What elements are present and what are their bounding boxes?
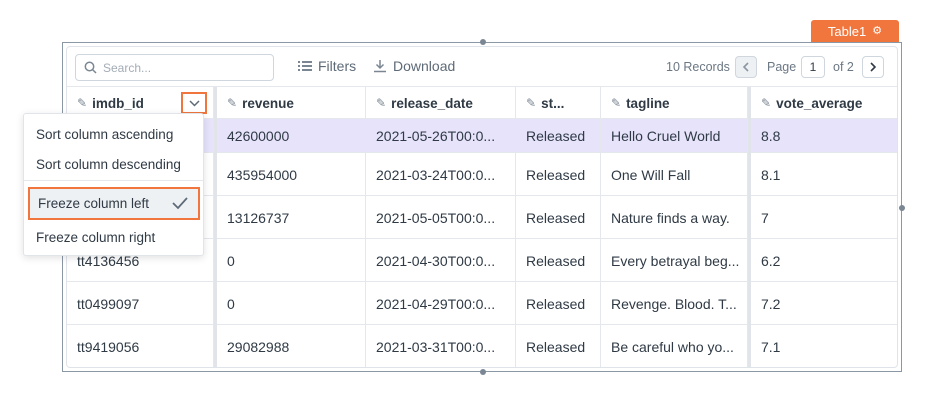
- table-cell[interactable]: tt9419056: [67, 325, 214, 367]
- table-cell[interactable]: tt0499097: [67, 282, 214, 325]
- filter-icon: [298, 61, 312, 71]
- column-header-label: revenue: [242, 95, 294, 111]
- edit-pencil-icon: ✎: [77, 96, 88, 110]
- table-cell[interactable]: 2021-05-05T00:0...: [366, 196, 516, 239]
- table-cell[interactable]: 2021-03-31T00:0...: [366, 325, 516, 367]
- next-page-button[interactable]: [862, 56, 884, 78]
- edit-pencil-icon: ✎: [611, 96, 622, 110]
- edit-pencil-icon: ✎: [376, 96, 387, 110]
- records-count: 10 Records: [666, 60, 730, 74]
- chevron-left-icon: [742, 62, 749, 72]
- resize-handle-bottom[interactable]: [480, 369, 486, 375]
- table-cell[interactable]: Released: [516, 325, 601, 367]
- column-header-label: st...: [541, 95, 565, 111]
- menu-item-label: Freeze column left: [38, 196, 150, 211]
- frozen-column-divider: [214, 87, 217, 367]
- menu-item-freeze-right[interactable]: Freeze column right: [24, 222, 203, 252]
- column-header-vote-average[interactable]: ✎ vote_average: [751, 87, 897, 119]
- edit-pencil-icon: ✎: [526, 96, 537, 110]
- table-cell[interactable]: 435954000: [217, 153, 366, 196]
- resize-handle-right[interactable]: [899, 205, 905, 211]
- previous-page-button[interactable]: [735, 56, 757, 78]
- table-cell[interactable]: Every betrayal beg...: [601, 239, 748, 282]
- column-menu-dropdown: Sort column ascending Sort column descen…: [23, 113, 204, 256]
- column-header-label: tagline: [626, 95, 670, 111]
- table-cell[interactable]: One Will Fall: [601, 153, 748, 196]
- frozen-column-divider: [748, 87, 751, 367]
- download-icon: [374, 60, 386, 73]
- table-cell[interactable]: Revenge. Blood. T...: [601, 282, 748, 325]
- table-cell[interactable]: 8.8: [751, 119, 897, 153]
- edit-pencil-icon: ✎: [227, 96, 238, 110]
- table-cell[interactable]: Released: [516, 153, 601, 196]
- column-header-label: vote_average: [776, 95, 863, 111]
- table-cell[interactable]: 0: [217, 239, 366, 282]
- menu-divider: [24, 180, 203, 181]
- column-menu-toggle[interactable]: [181, 92, 207, 114]
- page-number-input[interactable]: 1: [801, 56, 825, 78]
- column-header-revenue[interactable]: ✎ revenue: [217, 87, 366, 119]
- table-cell[interactable]: 7.2: [751, 282, 897, 325]
- filters-label: Filters: [318, 58, 357, 74]
- table-cell[interactable]: 29082988: [217, 325, 366, 367]
- table-cell[interactable]: Released: [516, 282, 601, 325]
- table-row[interactable]: tt0499097 0 2021-04-29T00:0... Released …: [67, 282, 897, 325]
- download-button[interactable]: Download: [373, 58, 455, 74]
- chevron-right-icon: [870, 62, 877, 72]
- table-cell[interactable]: Be careful who yo...: [601, 325, 748, 367]
- widget-name-tag[interactable]: Table1 ⚙: [811, 20, 899, 42]
- table-cell[interactable]: 7: [751, 196, 897, 239]
- table-cell[interactable]: 0: [217, 282, 366, 325]
- column-header-status[interactable]: ✎ st...: [516, 87, 601, 119]
- checkmark-icon: [172, 197, 188, 210]
- page-label: Page: [767, 60, 797, 74]
- download-label: Download: [393, 58, 456, 74]
- table-toolbar: Filters Download 10 Records Page 1 of 2: [67, 47, 897, 87]
- table-cell[interactable]: Hello Cruel World: [601, 119, 748, 153]
- column-header-release-date[interactable]: ✎ release_date: [366, 87, 516, 119]
- table-cell[interactable]: 2021-04-29T00:0...: [366, 282, 516, 325]
- menu-item-sort-ascending[interactable]: Sort column ascending: [24, 119, 203, 149]
- table-row[interactable]: tt9419056 29082988 2021-03-31T00:0... Re…: [67, 325, 897, 367]
- table-cell[interactable]: Nature finds a way.: [601, 196, 748, 239]
- menu-item-freeze-left[interactable]: Freeze column left: [28, 187, 200, 220]
- filters-button[interactable]: Filters: [298, 58, 356, 74]
- table-cell[interactable]: 13126737: [217, 196, 366, 239]
- table-cell[interactable]: 2021-04-30T00:0...: [366, 239, 516, 282]
- search-input[interactable]: [103, 60, 263, 75]
- table-cell[interactable]: 2021-03-24T00:0...: [366, 153, 516, 196]
- column-header-label: imdb_id: [92, 95, 144, 111]
- table-cell[interactable]: Released: [516, 119, 601, 153]
- table-cell[interactable]: 7.1: [751, 325, 897, 367]
- column-header-tagline[interactable]: ✎ tagline: [601, 87, 748, 119]
- chevron-down-icon: [188, 99, 200, 107]
- edit-pencil-icon: ✎: [761, 96, 772, 110]
- table-cell[interactable]: Released: [516, 196, 601, 239]
- table-cell[interactable]: 42600000: [217, 119, 366, 153]
- column-header-label: release_date: [391, 95, 473, 111]
- table-cell[interactable]: Released: [516, 239, 601, 282]
- menu-item-sort-descending[interactable]: Sort column descending: [24, 149, 203, 179]
- table-cell[interactable]: 6.2: [751, 239, 897, 282]
- search-icon: [84, 61, 97, 74]
- search-box[interactable]: [75, 54, 274, 81]
- table-cell[interactable]: 2021-05-26T00:0...: [366, 119, 516, 153]
- widget-name-label: Table1: [827, 23, 867, 39]
- gear-icon[interactable]: ⚙: [872, 25, 882, 37]
- page-total: of 2: [833, 60, 854, 74]
- table-cell[interactable]: 8.1: [751, 153, 897, 196]
- resize-handle-top[interactable]: [480, 39, 486, 45]
